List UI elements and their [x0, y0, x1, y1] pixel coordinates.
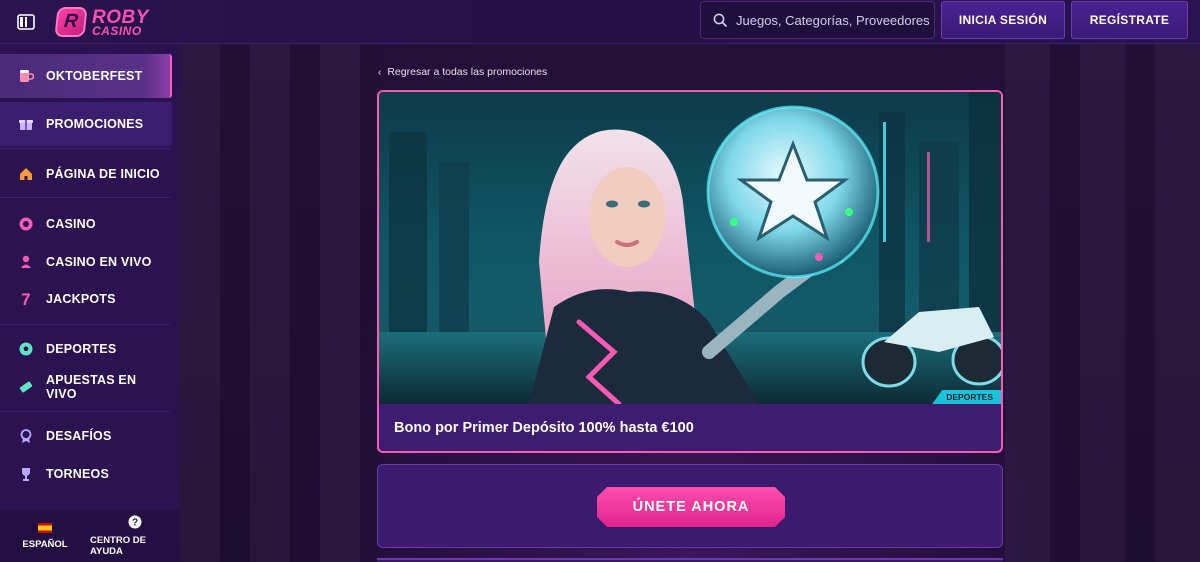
sidebar-toggle-icon[interactable]	[16, 12, 36, 32]
sidebar-item-jackpots[interactable]: 7 JACKPOTS	[0, 277, 172, 321]
sidebar-footer: ESPAÑOL ? CENTRO DE AYUDA	[0, 510, 180, 562]
sport-category-tag: DEPORTES	[932, 390, 1001, 404]
live-dealer-icon	[18, 254, 34, 270]
logo-badge: R	[54, 7, 88, 37]
language-label: ESPAÑOL	[22, 538, 68, 550]
sidebar-item-label: CASINO	[46, 217, 96, 231]
sidebar: OKTOBERFEST PROMOCIONES PÁGINA DE INICIO…	[0, 44, 180, 562]
language-selector[interactable]: ESPAÑOL	[0, 510, 90, 562]
search-input[interactable]: Juegos, Categorías, Proveedores	[700, 1, 935, 39]
join-panel: ÚNETE AHORA	[377, 464, 1003, 548]
next-panel-edge	[377, 558, 1003, 562]
back-to-promotions-link[interactable]: ‹ Regresar a todas las promociones	[378, 66, 547, 78]
help-label: CENTRO DE AYUDA	[90, 535, 146, 557]
logo-text: ROBY CASINO	[92, 8, 149, 37]
gift-icon	[18, 116, 34, 132]
sidebar-divider	[0, 197, 170, 198]
top-header: R ROBY CASINO Juegos, Categorías, Provee…	[0, 0, 1200, 44]
sidebar-item-label: CASINO EN VIVO	[46, 255, 152, 269]
soccer-ball-icon	[18, 341, 34, 357]
join-now-button[interactable]: ÚNETE AHORA	[597, 487, 785, 527]
login-button[interactable]: INICIA SESIÓN	[941, 1, 1065, 39]
ticket-icon	[18, 379, 34, 395]
promo-banner-image: DEPORTES	[379, 92, 1001, 404]
medal-icon	[18, 428, 34, 444]
sidebar-item-promociones[interactable]: PROMOCIONES	[0, 102, 172, 146]
trophy-icon	[18, 466, 34, 482]
register-button[interactable]: REGÍSTRATE	[1071, 1, 1188, 39]
seven-icon: 7	[21, 289, 31, 309]
sidebar-item-label: DEPORTES	[46, 342, 117, 356]
sidebar-item-label: OKTOBERFEST	[46, 69, 143, 83]
sidebar-item-label: APUESTAS EN VIVO	[46, 372, 137, 401]
sidebar-item-label: DESAFÍOS	[46, 429, 112, 443]
logo-line2: CASINO	[92, 23, 142, 38]
sidebar-item-label: PÁGINA DE INICIO	[46, 167, 160, 181]
background-slot-machines-left	[180, 44, 380, 562]
promo-card[interactable]: DEPORTES Bono por Primer Depósito 100% h…	[377, 90, 1003, 453]
sidebar-item-label: JACKPOTS	[46, 292, 116, 306]
search-icon	[713, 13, 727, 27]
search-placeholder: Juegos, Categorías, Proveedores	[736, 12, 930, 28]
sidebar-divider	[0, 411, 170, 412]
promo-title: Bono por Primer Depósito 100% hasta €100	[394, 420, 694, 436]
background-slot-machines-right	[1005, 44, 1200, 562]
spain-flag-icon	[38, 522, 52, 533]
sidebar-item-label: PROMOCIONES	[46, 117, 144, 131]
home-icon	[18, 166, 34, 182]
back-link-label: Regresar a todas las promociones	[387, 66, 548, 78]
sidebar-item-torneos[interactable]: TORNEOS	[0, 452, 172, 496]
sidebar-item-label: TORNEOS	[46, 467, 109, 481]
casino-chip-icon	[18, 216, 34, 232]
sidebar-item-home[interactable]: PÁGINA DE INICIO	[0, 152, 172, 196]
help-icon: ?	[128, 515, 142, 529]
sidebar-divider	[0, 324, 170, 325]
beer-mug-icon	[18, 68, 34, 84]
svg-text:?: ?	[132, 518, 138, 529]
chevron-left-icon: ‹	[378, 66, 382, 78]
promo-illustration	[379, 92, 1001, 404]
help-center-link[interactable]: ? CENTRO DE AYUDA	[90, 510, 180, 562]
sidebar-item-apuestas-en-vivo[interactable]: APUESTAS EN VIVO	[0, 364, 172, 410]
sidebar-divider	[0, 148, 170, 149]
roby-casino-logo[interactable]: R ROBY CASINO	[54, 4, 149, 40]
sidebar-item-oktoberfest[interactable]: OKTOBERFEST	[0, 54, 172, 98]
